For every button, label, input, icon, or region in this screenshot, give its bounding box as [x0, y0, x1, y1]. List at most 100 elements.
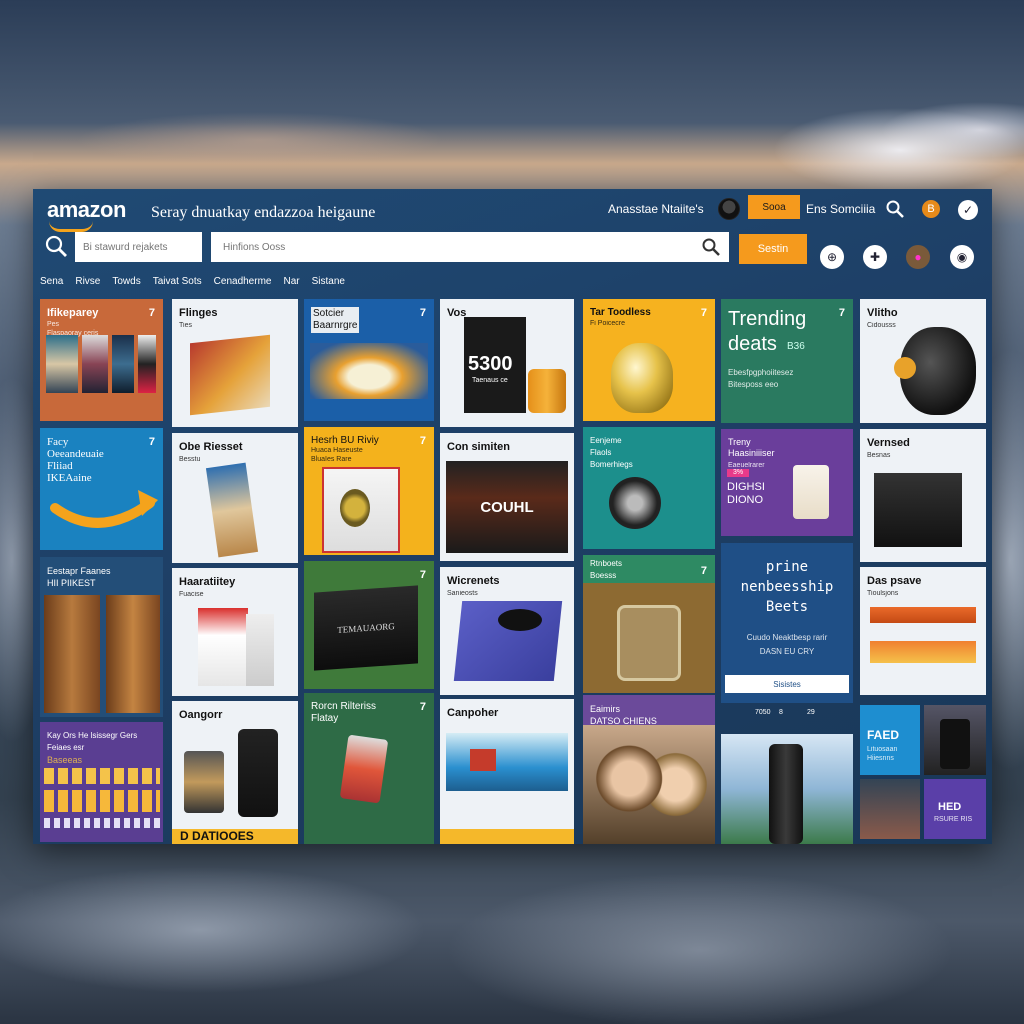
- product-tile[interactable]: Con simiten COUHL: [440, 433, 574, 561]
- promo-text: DIGHSI DIONO: [727, 481, 765, 506]
- nav-item[interactable]: Sistane: [312, 276, 345, 290]
- signin-link[interactable]: Ens Somciiia: [806, 202, 875, 216]
- product-tile[interactable]: [721, 734, 853, 844]
- nav-item[interactable]: Rivse: [75, 276, 100, 290]
- package-image: [198, 608, 248, 686]
- product-tile[interactable]: Rtnboets Boesss 7: [583, 555, 715, 693]
- product-tile[interactable]: Vlitho Cidousss: [860, 299, 986, 423]
- product-photo: [340, 489, 370, 527]
- battery-strip: [44, 790, 160, 812]
- product-tile[interactable]: Eaimirs DATSO CHIENS: [583, 695, 715, 844]
- product-tile[interactable]: Haaratiitey Fuacise: [172, 568, 298, 696]
- product-tile[interactable]: Kay Ors He lsissegr Gers Feiaes esr Base…: [40, 722, 163, 842]
- category-search-input[interactable]: [75, 232, 202, 262]
- product-tile[interactable]: Oangorr D DATIOOES: [172, 701, 298, 844]
- footer-link[interactable]: 7050: [755, 709, 771, 716]
- product-tile[interactable]: Eenjeme Flaols Bomerhiegs: [583, 427, 715, 549]
- product-tile[interactable]: Eestapr Faanes HII PIIKEST: [40, 557, 163, 717]
- nav-item[interactable]: Towds: [112, 276, 140, 290]
- snack-pack-image: [190, 334, 270, 416]
- price-label: 5300: [468, 353, 513, 375]
- package-image: [246, 614, 274, 686]
- footer-link[interactable]: 29: [807, 709, 815, 716]
- product-tile[interactable]: Sotcier Baarnrgre 7: [304, 299, 434, 421]
- product-tile[interactable]: Facy Oeeandeuaie Fliiad IKEAaine 7: [40, 428, 163, 550]
- search-icon[interactable]: [885, 199, 905, 219]
- smile-arrow-icon: [50, 490, 158, 528]
- product-tile[interactable]: Hesrh BU Riviy Huaca Haseuste BluaIes Ra…: [304, 427, 434, 555]
- black-box-image: TEMAUAORG: [314, 585, 418, 671]
- gadget-image: [184, 751, 224, 813]
- trending-deals-tile[interactable]: Trending deats 7 B36 Ebesfpgphoiitesez B…: [721, 299, 853, 423]
- camera-image: [609, 477, 661, 529]
- robot-eye: [894, 357, 916, 379]
- store-window: amazon Seray dnuatkay endazzoa heigaune …: [33, 189, 992, 844]
- bowl-image: [446, 733, 568, 791]
- cup-image: [528, 369, 566, 413]
- nav-item[interactable]: Sena: [40, 276, 63, 290]
- main-search-bar: [211, 232, 729, 262]
- speaker-image: [238, 729, 278, 817]
- product-tile[interactable]: 7 TEMAUAORG: [304, 561, 434, 689]
- promo-banner: [440, 829, 574, 844]
- price-sub: Taenaus ce: [472, 377, 508, 384]
- product-tile[interactable]: Canpoher: [440, 699, 574, 844]
- product-tile[interactable]: Wicrenets Sanieosts: [440, 567, 574, 695]
- discount-badge: 3%: [727, 469, 749, 477]
- book-image: [82, 335, 108, 393]
- people-photo: [583, 725, 715, 844]
- add-icon[interactable]: ✚: [863, 245, 887, 269]
- product-tile[interactable]: [924, 705, 986, 775]
- profile-icon[interactable]: ●: [906, 245, 930, 269]
- nav-item[interactable]: Nar: [283, 276, 299, 290]
- book-image: [138, 335, 156, 393]
- avatar[interactable]: [718, 198, 740, 220]
- check-icon[interactable]: ✓: [958, 200, 978, 220]
- search-icon[interactable]: [44, 234, 68, 258]
- prime-signup-button[interactable]: Sisistes: [725, 675, 849, 693]
- nav-item[interactable]: Cenadherme: [214, 276, 272, 290]
- search-icon[interactable]: [701, 237, 721, 257]
- logo-smile-icon: [49, 221, 93, 232]
- search-input[interactable]: [211, 232, 681, 262]
- deal-tag: B36: [787, 341, 805, 352]
- category-nav: Sena Rivse Towds Taivat Sots Cenadherme …: [40, 276, 357, 290]
- settings-icon[interactable]: ◉: [950, 245, 974, 269]
- footer-link[interactable]: 8: [779, 709, 783, 716]
- gift-box-image: COUHL: [446, 461, 568, 553]
- product-tile[interactable]: [860, 779, 920, 839]
- can-image: [44, 595, 100, 713]
- can-image: [106, 595, 160, 713]
- product-tile[interactable]: Vos 5300 Taenaus ce: [440, 299, 574, 427]
- cart-icon[interactable]: B: [922, 200, 940, 218]
- product-tile[interactable]: Tar Toodless Fi Poicecre 7: [583, 299, 715, 421]
- pet-tag-image: [339, 734, 389, 804]
- toy-set-image: [310, 343, 428, 399]
- promo-banner: D DATIOOES: [172, 829, 298, 844]
- book-image: [46, 335, 78, 393]
- product-tile[interactable]: HED RSURE RIS: [924, 779, 986, 839]
- account-label[interactable]: Anasstae Ntaiite's: [608, 202, 704, 216]
- prime-membership-tile[interactable]: prine nenbeesship Beets Cuudo Neaktbesp …: [721, 543, 853, 703]
- product-tile[interactable]: Rorcn Rilteriss Flatay 7: [304, 693, 434, 844]
- nav-item[interactable]: Taivat Sots: [153, 276, 202, 290]
- speaker-image: [611, 343, 673, 413]
- storage-box-image: [874, 473, 962, 547]
- product-tile[interactable]: Obe Riesset Besstu: [172, 433, 298, 563]
- jar-image: [793, 465, 829, 519]
- product-tile[interactable]: Das psave Tioulsjons: [860, 567, 986, 695]
- product-tile[interactable]: FAED Lituosaan Hiiesnns: [860, 705, 920, 775]
- amazon-logo[interactable]: amazon: [47, 197, 126, 223]
- product-tile[interactable]: Flinges Ties: [172, 299, 298, 427]
- location-icon[interactable]: ⊕: [820, 245, 844, 269]
- glass-mug-image: [617, 605, 681, 681]
- orange-pill-button[interactable]: Sooa: [748, 195, 800, 219]
- box-image: [205, 462, 259, 558]
- product-tile[interactable]: Vernsed Besnas: [860, 429, 986, 562]
- product-tile[interactable]: Treny Haasiniiiser Eaeuelrarer 3% DIGHSI…: [721, 429, 853, 536]
- package-image: [870, 641, 976, 663]
- search-button[interactable]: Sestin: [739, 234, 807, 264]
- book-image: [112, 335, 134, 393]
- product-tile[interactable]: Ifikeparey 7 Pes Flaspaoray ceris: [40, 299, 163, 421]
- mouse-image: [498, 609, 542, 631]
